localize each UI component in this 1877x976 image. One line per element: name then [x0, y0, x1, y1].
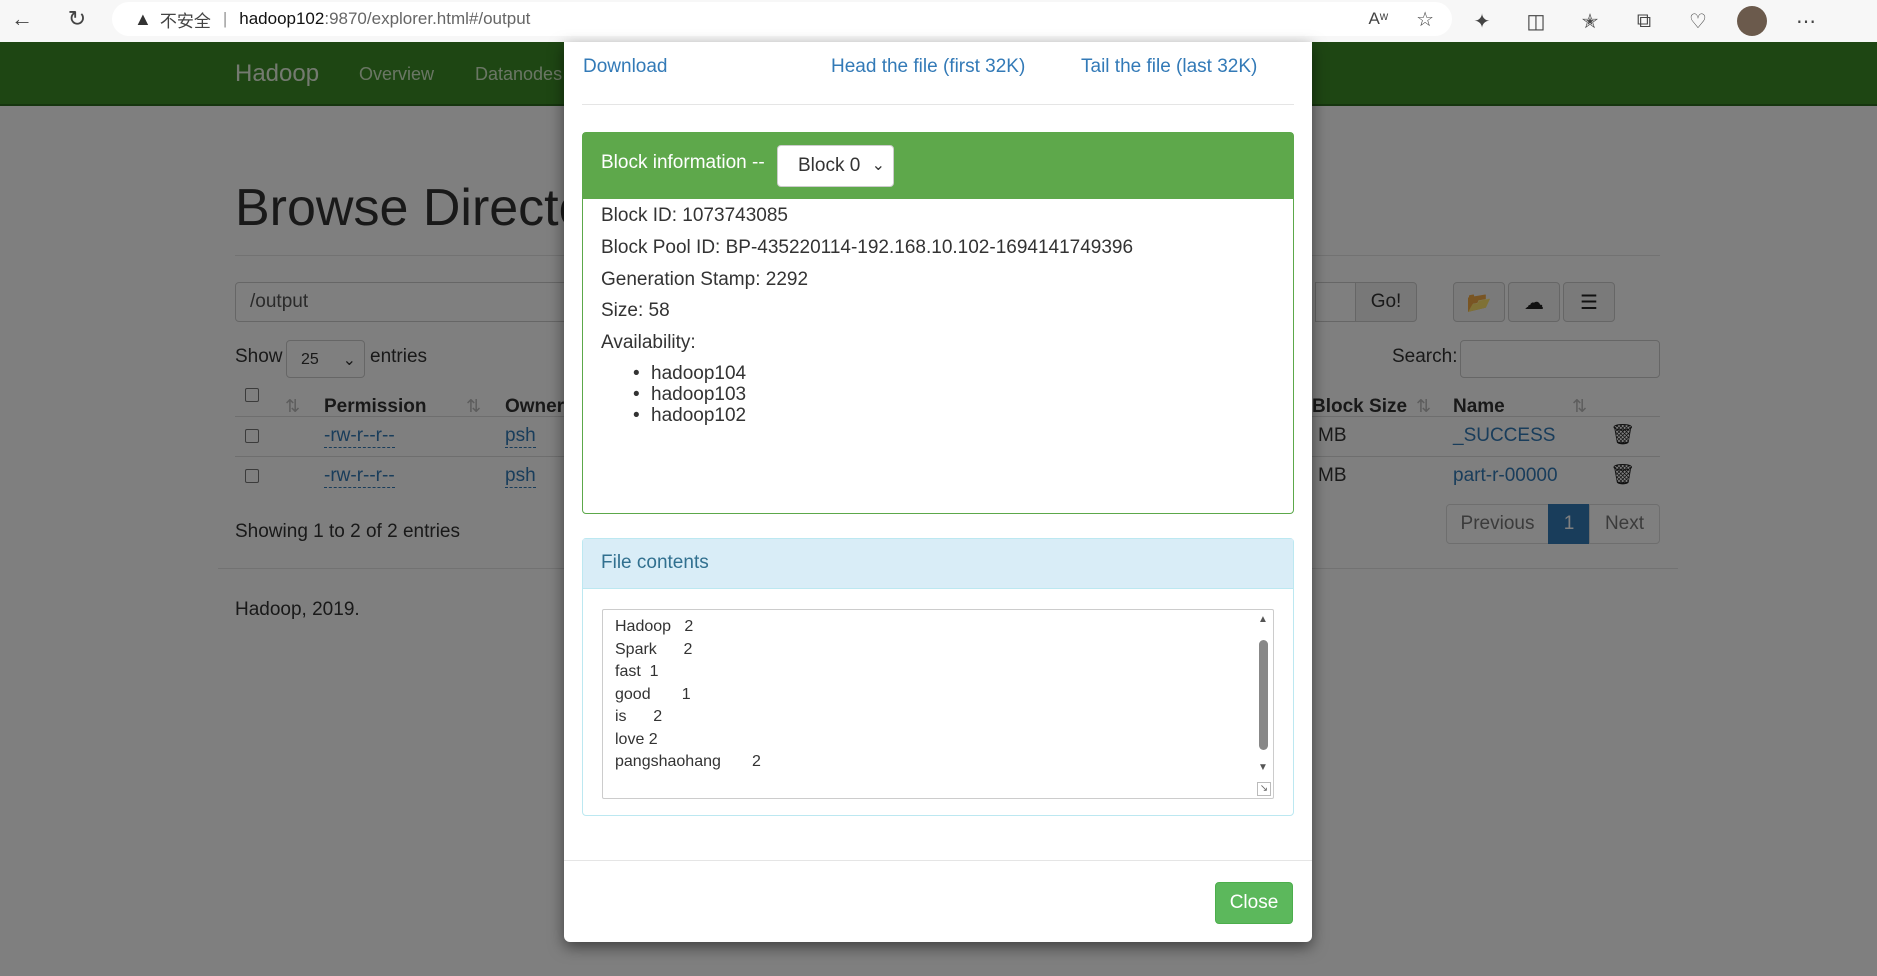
- availability-label: Availability:: [601, 332, 696, 353]
- favorites-icon[interactable]: ✭: [1573, 4, 1607, 38]
- more-menu-icon[interactable]: ⋯: [1789, 4, 1823, 38]
- profile-avatar[interactable]: [1735, 4, 1769, 38]
- collections-icon[interactable]: ⧉: [1627, 4, 1661, 38]
- generation-stamp: Generation Stamp: 2292: [601, 269, 809, 290]
- read-aloud-icon[interactable]: Aʷ: [1368, 9, 1388, 29]
- split-screen-icon[interactable]: ◫: [1519, 4, 1553, 38]
- download-link[interactable]: Download: [583, 56, 668, 78]
- file-info-modal: Download Head the file (first 32K) Tail …: [564, 42, 1312, 942]
- url-host: hadoop102: [239, 9, 325, 28]
- url-rest: :9870/explorer.html#/output: [324, 9, 531, 28]
- security-label: 不安全: [159, 11, 211, 31]
- scrollbar-thumb[interactable]: [1259, 640, 1268, 750]
- block-pool-id: Block Pool ID: BP-435220114-192.168.10.1…: [601, 237, 1134, 258]
- head-file-link[interactable]: Head the file (first 32K): [831, 56, 1025, 78]
- resize-handle-icon[interactable]: ↘: [1257, 782, 1271, 796]
- chevron-down-icon: ⌄: [871, 157, 885, 174]
- file-line: Spark 2: [615, 640, 693, 658]
- refresh-icon[interactable]: ↻: [60, 2, 94, 36]
- file-contents-textarea[interactable]: Hadoop 2 Spark 2 fast 1 good 1 is 2 love…: [602, 609, 1274, 799]
- availability-item: hadoop103: [633, 384, 746, 406]
- block-info-panel: Block information -- Block 0 ⌄ Block ID:…: [582, 132, 1294, 514]
- file-line: fast 1: [615, 663, 659, 680]
- back-icon[interactable]: ←: [5, 2, 39, 36]
- scrollbar[interactable]: ▲ ▼: [1257, 614, 1271, 796]
- address-bar[interactable]: ▲ 不安全 | hadoop102:9870/explorer.html#/ou…: [112, 2, 1452, 36]
- favorite-star-icon[interactable]: ☆: [1416, 7, 1434, 32]
- block-info-header: Block information -- Block 0 ⌄: [583, 133, 1293, 199]
- file-line: pangshaohang 2: [615, 753, 761, 770]
- browser-toolbar: ← ↻ ▲ 不安全 | hadoop102:9870/explorer.html…: [0, 0, 1877, 42]
- availability-item: hadoop102: [633, 405, 746, 427]
- file-contents-panel: File contents Hadoop 2 Spark 2 fast 1 go…: [582, 538, 1294, 816]
- warning-icon: ▲: [134, 8, 152, 29]
- tail-file-link[interactable]: Tail the file (last 32K): [1081, 56, 1257, 78]
- block-select-value: Block 0: [798, 155, 861, 176]
- block-size: Size: 58: [601, 300, 670, 321]
- extensions-icon[interactable]: ✦: [1465, 4, 1499, 38]
- file-line: is 2: [615, 708, 663, 725]
- file-line: love 2: [615, 730, 658, 748]
- close-button[interactable]: Close: [1215, 882, 1293, 924]
- block-select[interactable]: Block 0 ⌄: [777, 145, 894, 187]
- scroll-up-icon[interactable]: ▲: [1258, 614, 1268, 625]
- block-info-label: Block information --: [601, 152, 765, 173]
- file-line: Hadoop 2: [615, 618, 694, 635]
- file-line: good 1: [615, 685, 691, 703]
- modal-footer-divider: [564, 860, 1312, 861]
- block-id: Block ID: 1073743085: [601, 205, 788, 226]
- address-separator: |: [222, 9, 228, 28]
- browser-essentials-icon[interactable]: ♡: [1681, 4, 1715, 38]
- modal-divider: [582, 104, 1294, 105]
- file-contents-header: File contents: [583, 539, 1293, 589]
- scroll-down-icon[interactable]: ▼: [1258, 762, 1268, 773]
- availability-item: hadoop104: [633, 363, 746, 385]
